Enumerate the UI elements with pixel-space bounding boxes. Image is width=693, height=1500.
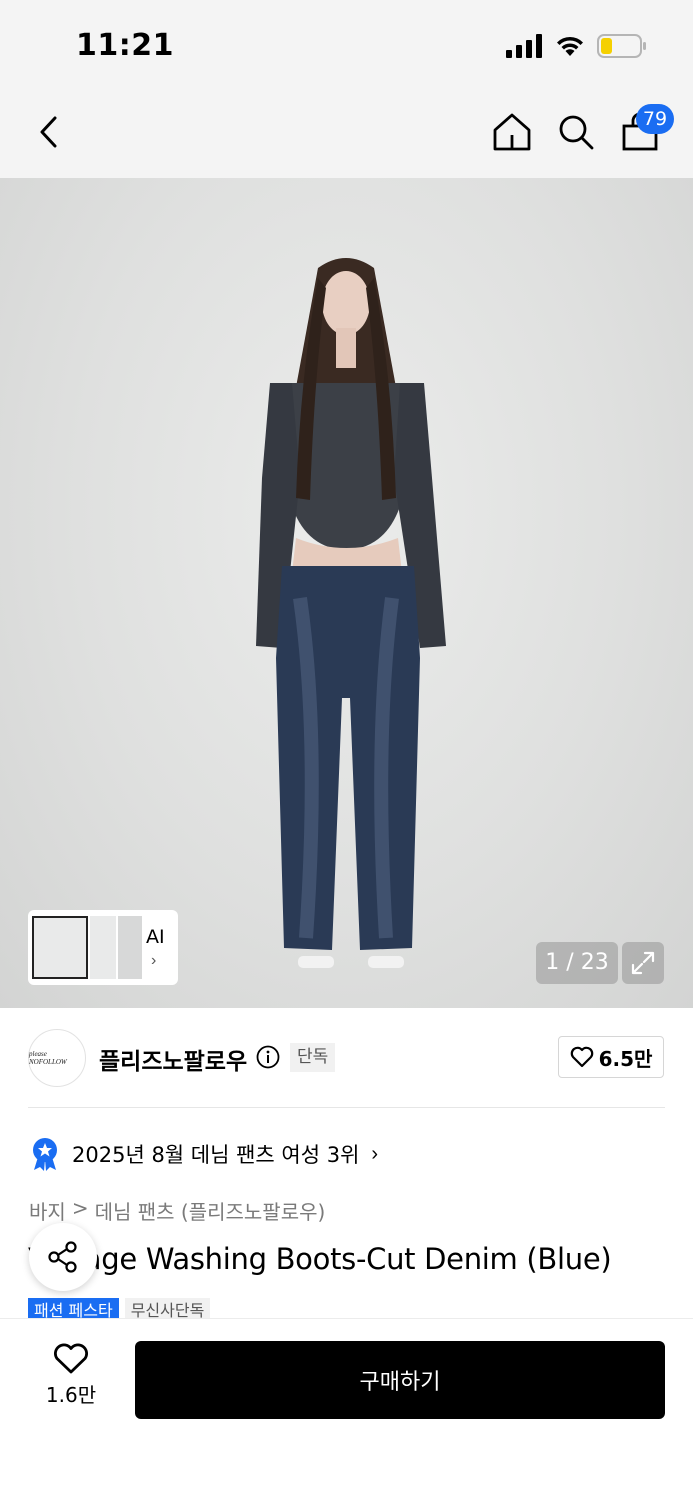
ranking-link[interactable]: 2025년 8월 데님 팬츠 여성 3위 › xyxy=(30,1136,378,1172)
home-icon xyxy=(493,113,531,151)
thumbnail-image[interactable] xyxy=(32,916,88,979)
brand-like-button[interactable]: 6.5만 xyxy=(558,1036,664,1078)
breadcrumb: 바지 > 데님 팬츠 (플리즈노팔로우) xyxy=(29,1196,325,1225)
exclusive-badge: 단독 xyxy=(290,1043,336,1072)
heart-icon xyxy=(570,1046,593,1068)
status-time: 11:21 xyxy=(76,28,174,63)
info-icon[interactable] xyxy=(256,1045,280,1069)
search-icon xyxy=(559,115,594,150)
status-bar: 11:21 xyxy=(0,0,693,90)
product-like-count: 1.6만 xyxy=(45,1383,97,1407)
battery-icon xyxy=(597,34,646,58)
heart-icon xyxy=(54,1343,88,1374)
product-image-carousel[interactable]: AI › 1 / 23 xyxy=(0,178,693,1008)
breadcrumb-item[interactable]: 바지 xyxy=(29,1196,66,1225)
share-button[interactable] xyxy=(29,1223,97,1291)
nav-bar xyxy=(0,90,693,178)
product-title: Vintage Washing Boots-Cut Denim (Blue) xyxy=(28,1242,612,1276)
breadcrumb-item[interactable]: 데님 팬츠 (플리즈노팔로우) xyxy=(95,1196,326,1225)
chevron-right-icon: › xyxy=(371,1142,379,1165)
breadcrumb-separator: > xyxy=(71,1196,89,1220)
back-arrow-icon xyxy=(40,116,57,148)
home-button[interactable] xyxy=(488,108,536,156)
product-like-button[interactable]: 1.6만 xyxy=(36,1343,106,1413)
cart-count-badge: 79 xyxy=(636,104,674,134)
wifi-icon xyxy=(557,36,583,56)
brand-logo[interactable]: please NOFOLLOW xyxy=(28,1029,86,1087)
bottom-action-bar: 1.6만 구매하기 xyxy=(0,1318,693,1500)
divider xyxy=(28,1107,665,1108)
back-button[interactable] xyxy=(26,108,74,156)
product-photo xyxy=(256,258,446,968)
ranking-text: 2025년 8월 데님 팬츠 여성 3위 xyxy=(72,1143,360,1167)
chevron-right-icon: › xyxy=(151,952,157,969)
ranking-medal-icon xyxy=(33,1138,57,1171)
signal-icon xyxy=(506,34,542,58)
expand-button[interactable] xyxy=(622,942,664,984)
product-detail-page: 11:21 79 AI › 1 / 23 please NOFOLLOW 플리즈… xyxy=(0,0,693,1500)
ai-label: AI xyxy=(146,926,165,948)
ai-thumbnail-strip[interactable]: AI › xyxy=(28,910,178,985)
share-icon xyxy=(48,1241,77,1273)
thumbnail-image[interactable] xyxy=(90,916,116,979)
buy-button[interactable]: 구매하기 xyxy=(135,1341,665,1419)
search-button[interactable] xyxy=(552,108,600,156)
thumbnail-image[interactable] xyxy=(118,916,142,979)
image-page-counter: 1 / 23 xyxy=(536,942,618,984)
expand-icon xyxy=(631,951,655,975)
brand-name[interactable]: 플리즈노팔로우 xyxy=(99,1042,247,1076)
brand-like-count: 6.5만 xyxy=(598,1046,653,1071)
